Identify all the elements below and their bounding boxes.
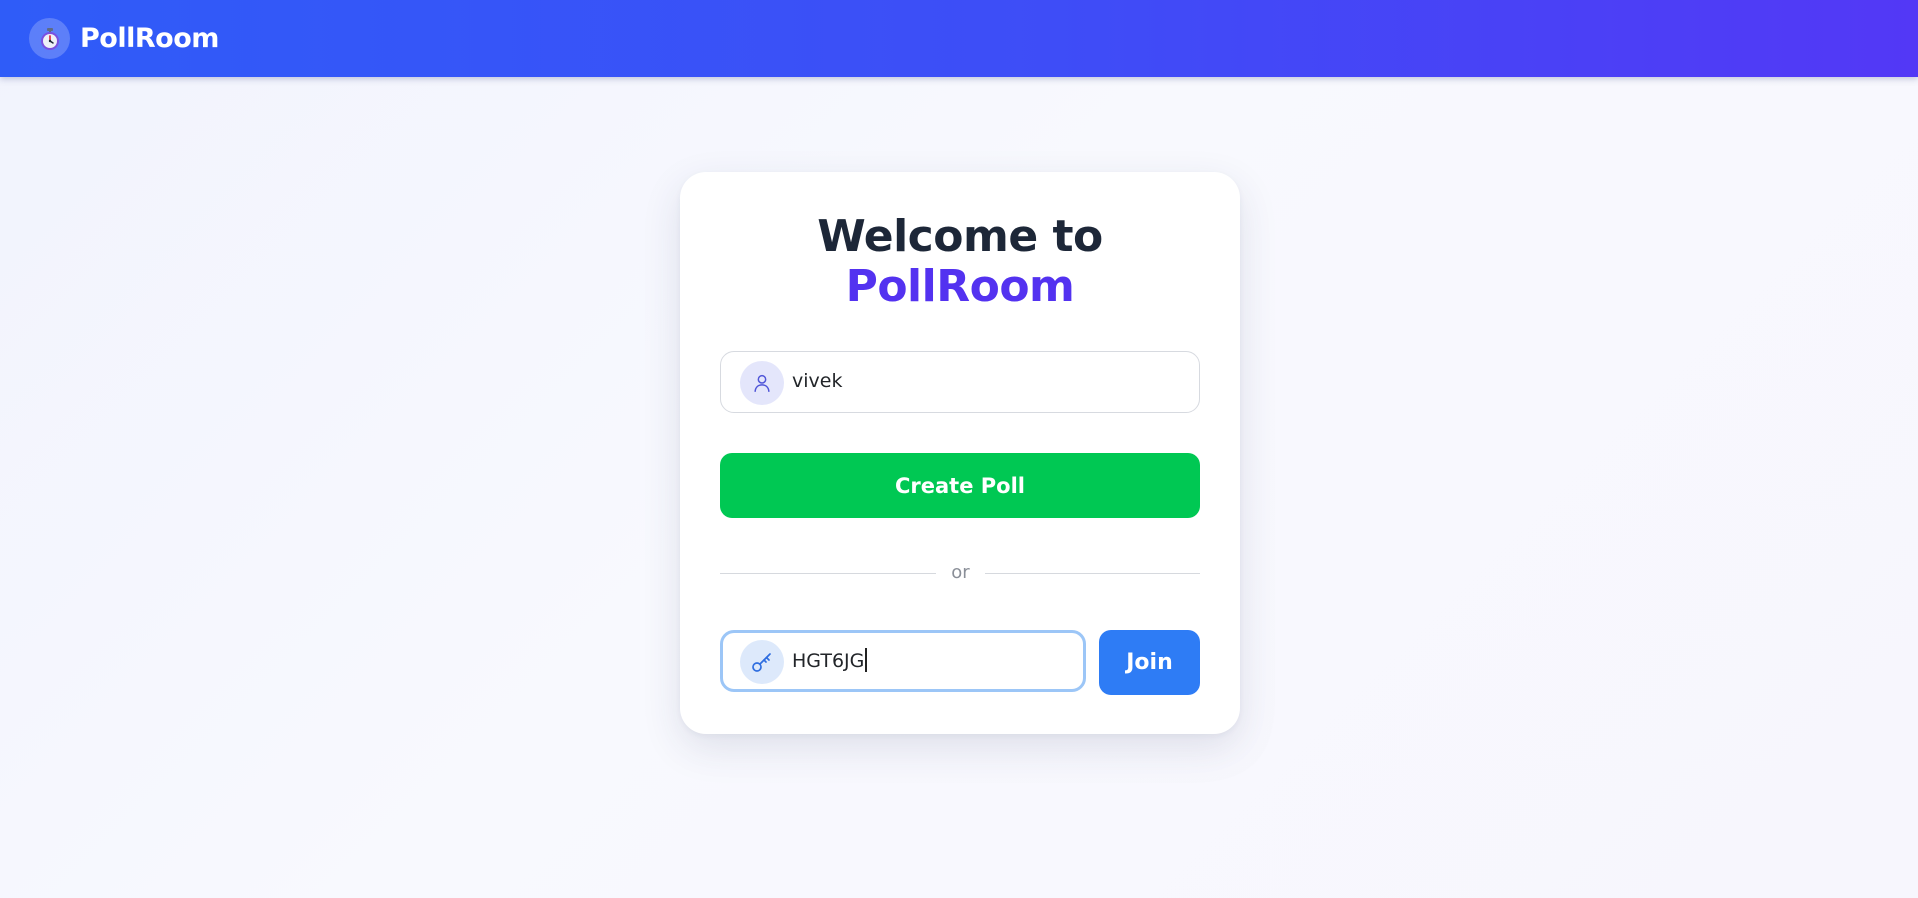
divider-right: [985, 573, 1200, 574]
key-icon: [740, 640, 784, 684]
welcome-card: Welcome to PollRoom vivek Create Poll or…: [680, 172, 1240, 734]
brand-name[interactable]: PollRoom: [80, 20, 219, 58]
divider-left: [720, 573, 936, 574]
room-code-input[interactable]: HGT6JG: [792, 633, 867, 689]
page-title: Welcome to PollRoom: [680, 212, 1240, 312]
text-caret: [865, 648, 867, 672]
title-welcome: Welcome to: [817, 211, 1103, 262]
divider-or-text: or: [951, 562, 970, 583]
room-code-field[interactable]: HGT6JG: [720, 630, 1086, 692]
join-button[interactable]: Join: [1099, 630, 1200, 695]
title-brand: PollRoom: [845, 261, 1075, 312]
top-navbar: PollRoom: [0, 0, 1918, 77]
name-input[interactable]: vivek: [792, 352, 842, 411]
user-icon: [740, 361, 784, 405]
stopwatch-icon[interactable]: [29, 18, 70, 59]
create-poll-button[interactable]: Create Poll: [720, 453, 1200, 518]
name-field[interactable]: vivek: [720, 351, 1200, 413]
room-code-value: HGT6JG: [792, 650, 865, 672]
